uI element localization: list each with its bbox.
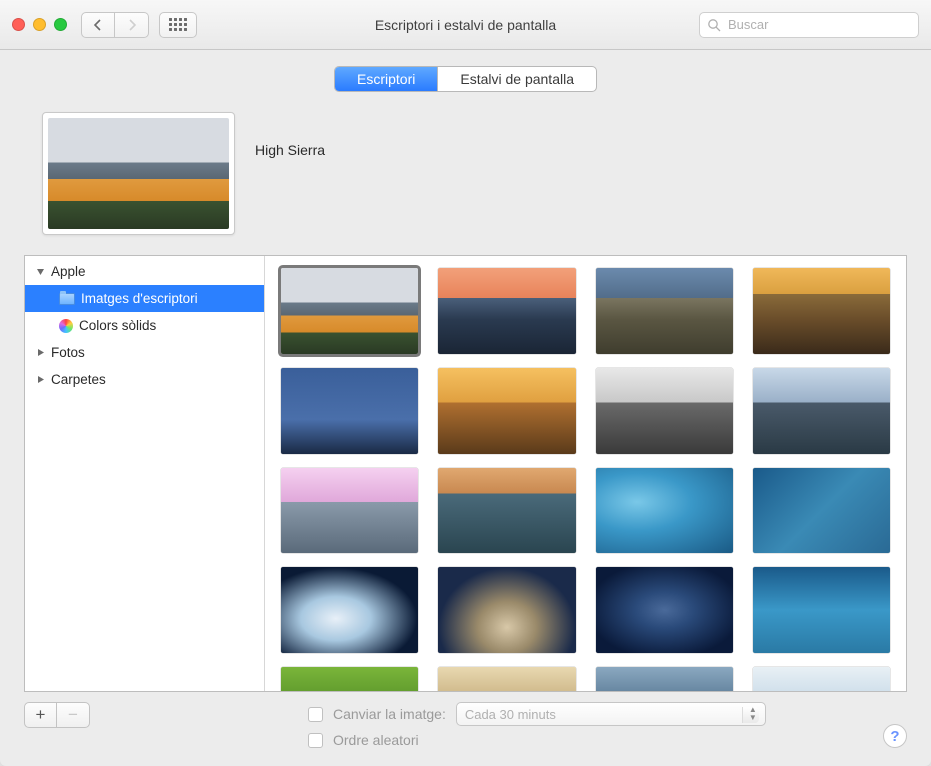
sidebar-label: Carpetes	[51, 372, 106, 387]
disclosure-right-icon	[35, 348, 45, 357]
tab-segment: Escriptori Estalvi de pantalla	[24, 66, 907, 92]
search-wrap	[699, 12, 919, 38]
titlebar: Escriptori i estalvi de pantalla	[0, 0, 931, 50]
interval-dropdown[interactable]: Cada 30 minuts ▲▼	[456, 702, 766, 726]
sidebar-label: Apple	[51, 264, 86, 279]
wallpaper-thumbnail[interactable]	[596, 667, 733, 691]
add-folder-button[interactable]: +	[25, 703, 57, 727]
nav-buttons	[81, 12, 149, 38]
remove-folder-button[interactable]: −	[57, 703, 89, 727]
current-preview-image	[48, 118, 229, 229]
traffic-lights	[12, 18, 67, 31]
random-order-label: Ordre aleatori	[333, 732, 419, 748]
wallpaper-thumbnail[interactable]	[596, 368, 733, 454]
source-sidebar[interactable]: Apple Imatges d'escriptori Colors sòlids…	[25, 256, 265, 691]
sidebar-desktop-pictures[interactable]: Imatges d'escriptori	[25, 285, 264, 312]
wallpaper-thumbnail[interactable]	[438, 268, 575, 354]
wallpaper-thumbnail[interactable]	[281, 667, 418, 691]
sidebar-solid-colors[interactable]: Colors sòlids	[25, 312, 264, 339]
preview-row: High Sierra	[24, 112, 907, 255]
search-input[interactable]	[699, 12, 919, 38]
disclosure-right-icon	[35, 375, 45, 384]
current-preview	[42, 112, 235, 235]
grid-icon	[169, 18, 187, 31]
minimize-button[interactable]	[33, 18, 46, 31]
wallpaper-thumbnail[interactable]	[596, 268, 733, 354]
chevron-left-icon	[93, 19, 103, 31]
tab-desktop[interactable]: Escriptori	[335, 67, 438, 91]
sidebar-apple[interactable]: Apple	[25, 258, 264, 285]
wallpaper-thumbnail[interactable]	[753, 368, 890, 454]
zoom-button[interactable]	[54, 18, 67, 31]
random-order-checkbox[interactable]	[308, 733, 323, 748]
bottom-controls: + − Canviar la imatge: Cada 30 minuts ▲▼…	[24, 692, 907, 748]
sidebar-folders[interactable]: Carpetes	[25, 366, 264, 393]
wallpaper-thumbnail[interactable]	[596, 468, 733, 554]
forward-button[interactable]	[115, 12, 149, 38]
disclosure-down-icon	[35, 267, 45, 276]
body: Escriptori Estalvi de pantalla High Sier…	[0, 50, 931, 766]
updown-icon: ▲▼	[749, 706, 757, 722]
wallpaper-thumbnail[interactable]	[281, 268, 418, 354]
wallpaper-thumbnail[interactable]	[281, 468, 418, 554]
sidebar-label: Colors sòlids	[79, 318, 156, 333]
wallpaper-thumbnail[interactable]	[753, 567, 890, 653]
search-icon	[707, 18, 721, 32]
wallpaper-thumbnail[interactable]	[438, 368, 575, 454]
interval-value: Cada 30 minuts	[465, 707, 556, 722]
split-pane: Apple Imatges d'escriptori Colors sòlids…	[24, 255, 907, 692]
close-button[interactable]	[12, 18, 25, 31]
change-options: Canviar la imatge: Cada 30 minuts ▲▼ Ord…	[308, 702, 766, 748]
change-picture-checkbox[interactable]	[308, 707, 323, 722]
back-button[interactable]	[81, 12, 115, 38]
change-picture-label: Canviar la imatge:	[333, 706, 446, 722]
color-wheel-icon	[59, 319, 73, 333]
thumbnail-grid[interactable]	[265, 256, 906, 691]
help-button[interactable]: ?	[883, 724, 907, 748]
sidebar-label: Imatges d'escriptori	[81, 291, 198, 306]
chevron-right-icon	[127, 19, 137, 31]
sidebar-label: Fotos	[51, 345, 85, 360]
add-remove-group: + −	[24, 702, 90, 728]
show-all-button[interactable]	[159, 12, 197, 38]
wallpaper-thumbnail[interactable]	[438, 667, 575, 691]
tab-screensaver[interactable]: Estalvi de pantalla	[438, 67, 596, 91]
wallpaper-thumbnail[interactable]	[753, 468, 890, 554]
wallpaper-thumbnail[interactable]	[281, 368, 418, 454]
wallpaper-thumbnail[interactable]	[438, 468, 575, 554]
wallpaper-thumbnail[interactable]	[753, 268, 890, 354]
folder-icon	[59, 293, 75, 305]
wallpaper-thumbnail[interactable]	[753, 667, 890, 691]
wallpaper-thumbnail[interactable]	[281, 567, 418, 653]
sidebar-photos[interactable]: Fotos	[25, 339, 264, 366]
wallpaper-thumbnail[interactable]	[438, 567, 575, 653]
prefs-window: Escriptori i estalvi de pantalla Escript…	[0, 0, 931, 766]
current-wallpaper-name: High Sierra	[255, 142, 325, 158]
wallpaper-thumbnail[interactable]	[596, 567, 733, 653]
